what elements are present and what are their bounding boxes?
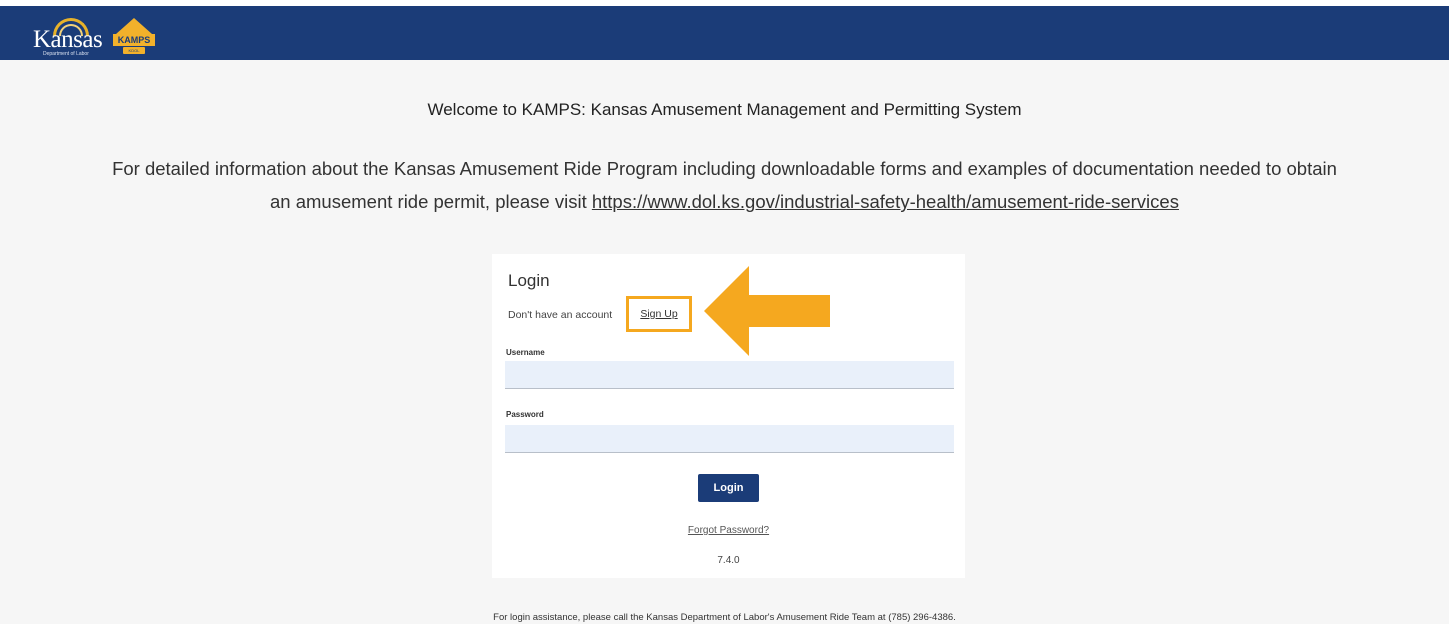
kamps-wordmark: KAMPS [113,34,155,46]
login-button[interactable]: Login [698,474,759,502]
password-label: Password [506,410,544,419]
username-label: Username [506,348,545,357]
kansas-wordmark: Kansas [33,26,103,53]
forgot-password-row: Forgot Password? [492,525,965,536]
kansas-subtitle: Department of Labor [43,51,89,57]
program-link[interactable]: https://www.dol.ks.gov/industrial-safety… [592,191,1179,212]
arrow-left-icon [704,266,830,356]
kansas-dol-logo: Kansas Department of Labor [33,16,105,57]
info-line-2-text: an amusement ride permit, please visit [270,191,592,212]
logo-group[interactable]: Kansas Department of Labor KAMPS KDOL [33,14,155,58]
info-line-1: For detailed information about the Kansa… [112,158,1337,179]
kamps-logo: KAMPS KDOL [113,16,155,56]
info-line-2: an amusement ride permit, please visit h… [0,185,1449,218]
kamps-subtitle: KDOL [123,47,145,54]
arrow-shape [704,266,830,356]
program-info: For detailed information about the Kansa… [0,152,1449,218]
version-text: 7.4.0 [717,555,740,566]
no-account-text: Don't have an account [508,309,613,321]
tent-icon [116,18,152,34]
signup-link[interactable]: Sign Up [640,308,677,320]
welcome-heading: Welcome to KAMPS: Kansas Amusement Manag… [427,100,1022,119]
username-input[interactable] [505,361,954,389]
password-input[interactable] [505,425,954,453]
signup-highlight: Sign Up [626,296,692,332]
top-banner: Kansas Department of Labor KAMPS KDOL [0,0,1449,60]
login-title: Login [508,271,550,290]
login-assistance-note: For login assistance, please call the Ka… [493,612,956,623]
forgot-password-link[interactable]: Forgot Password? [688,525,769,536]
